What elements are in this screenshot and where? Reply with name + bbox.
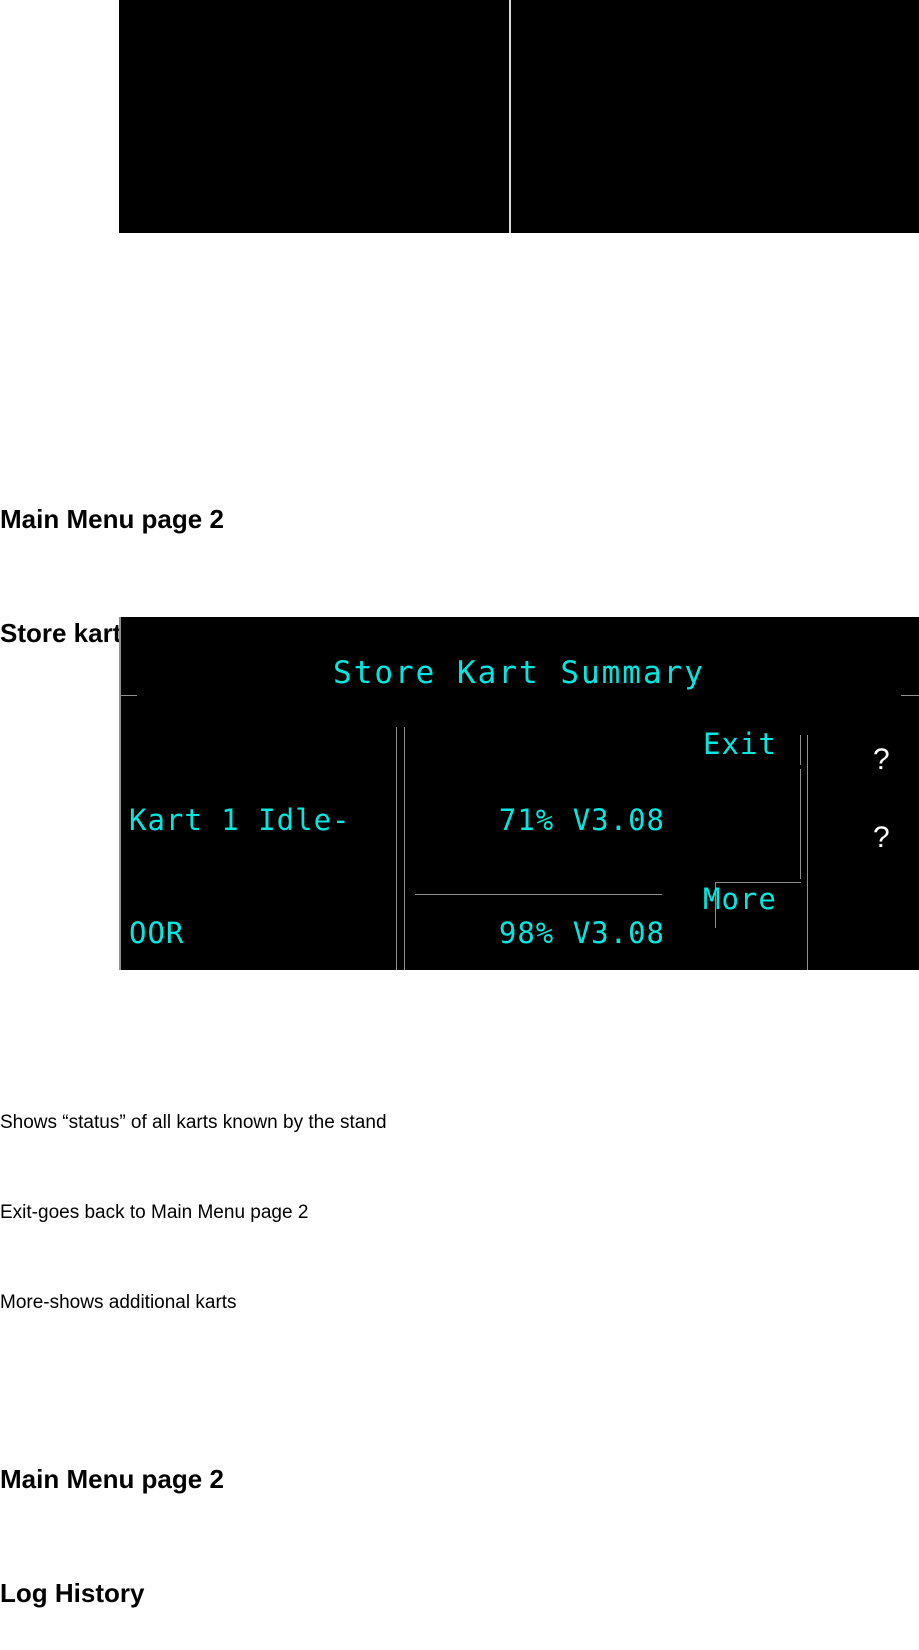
question-mark-annotation-1: ? <box>873 743 890 776</box>
lcd-screen-store-kart-summary: Store Kart Summary Kart 1 Idle- OOR Kart… <box>119 617 919 970</box>
kart-stat-row: 98% V3.08 <box>498 915 665 950</box>
heading-2-line-2: Log History <box>0 1578 145 1608</box>
lcd-column-divider-a <box>396 727 397 970</box>
lcd-column-divider-b <box>404 727 405 970</box>
top-panel-divider <box>509 0 511 233</box>
kart-name-row: OOR <box>129 915 185 950</box>
lcd-frame-left-lower <box>119 695 121 970</box>
more-button[interactable]: More <box>703 882 777 916</box>
lcd-right-divider-c <box>800 769 801 879</box>
kart-stat-row: 71% V3.08 <box>498 803 665 837</box>
question-mark-annotation-2: ? <box>873 821 890 854</box>
kart-status-column: 71% V3.08 98% V3.08 100% V3.08 100% V3.0… <box>415 727 665 970</box>
lcd-right-divider-d <box>807 775 808 970</box>
heading-2-line-1: Main Menu page 2 <box>0 1464 224 1494</box>
page-title-log-history: Main Menu page 2 Log History <box>0 1384 224 1650</box>
lcd-frame-tick-right <box>901 695 919 696</box>
lcd-frame-left-upper <box>119 617 121 695</box>
heading-1-line-1: Main Menu page 2 <box>0 504 224 534</box>
kart-name-row: Kart 1 Idle- <box>129 803 351 837</box>
kart-name-column: Kart 1 Idle- OOR Kart 2 Hired Kart 3 Cha… <box>129 727 351 970</box>
lcd-right-divider-b <box>800 735 801 765</box>
explanation-line: Exit-goes back to Main Menu page 2 <box>0 1202 309 1223</box>
explanation-line: More-shows additional karts <box>0 1292 237 1313</box>
exit-button[interactable]: Exit <box>703 727 777 761</box>
explanation-line: Shows “status” of all karts known by the… <box>0 1112 387 1133</box>
lcd-title: Store Kart Summary <box>333 655 705 691</box>
explanation-text: Shows “status” of all karts known by the… <box>0 1048 387 1348</box>
top-black-panel <box>119 0 919 233</box>
lcd-frame-tick-left <box>119 695 137 696</box>
